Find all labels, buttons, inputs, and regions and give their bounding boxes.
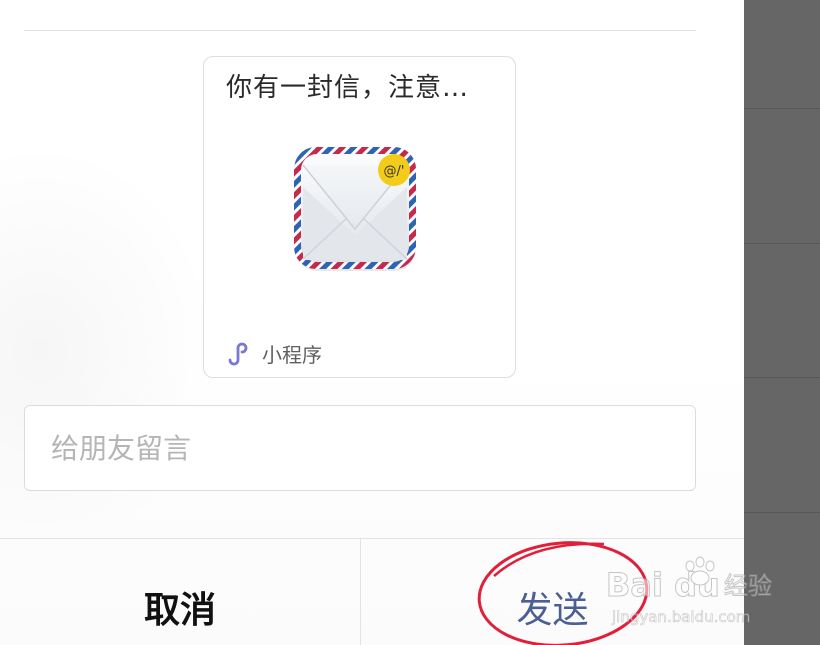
panel-divider (744, 243, 820, 244)
message-input[interactable] (24, 405, 696, 491)
mini-program-card[interactable]: 你有一封信，注意… @/' 小程序 (203, 56, 516, 378)
envelope-airmail-icon: @/' (294, 147, 416, 271)
badge-text: @/' (384, 164, 405, 179)
background-panel (744, 0, 820, 645)
mini-program-icon (228, 342, 248, 366)
panel-divider (744, 377, 820, 378)
card-title: 你有一封信，注意… (226, 73, 470, 103)
panel-divider (744, 108, 820, 109)
share-dialog: 你有一封信，注意… @/' 小程序 给朋友留言 取消 发送 (0, 0, 744, 645)
cancel-button[interactable]: 取消 (0, 539, 360, 645)
send-button[interactable]: 发送 (361, 539, 744, 645)
top-divider (24, 30, 696, 31)
mini-program-label: 小程序 (262, 342, 322, 367)
mini-program-tag: 小程序 (226, 337, 322, 369)
panel-divider (744, 512, 820, 513)
